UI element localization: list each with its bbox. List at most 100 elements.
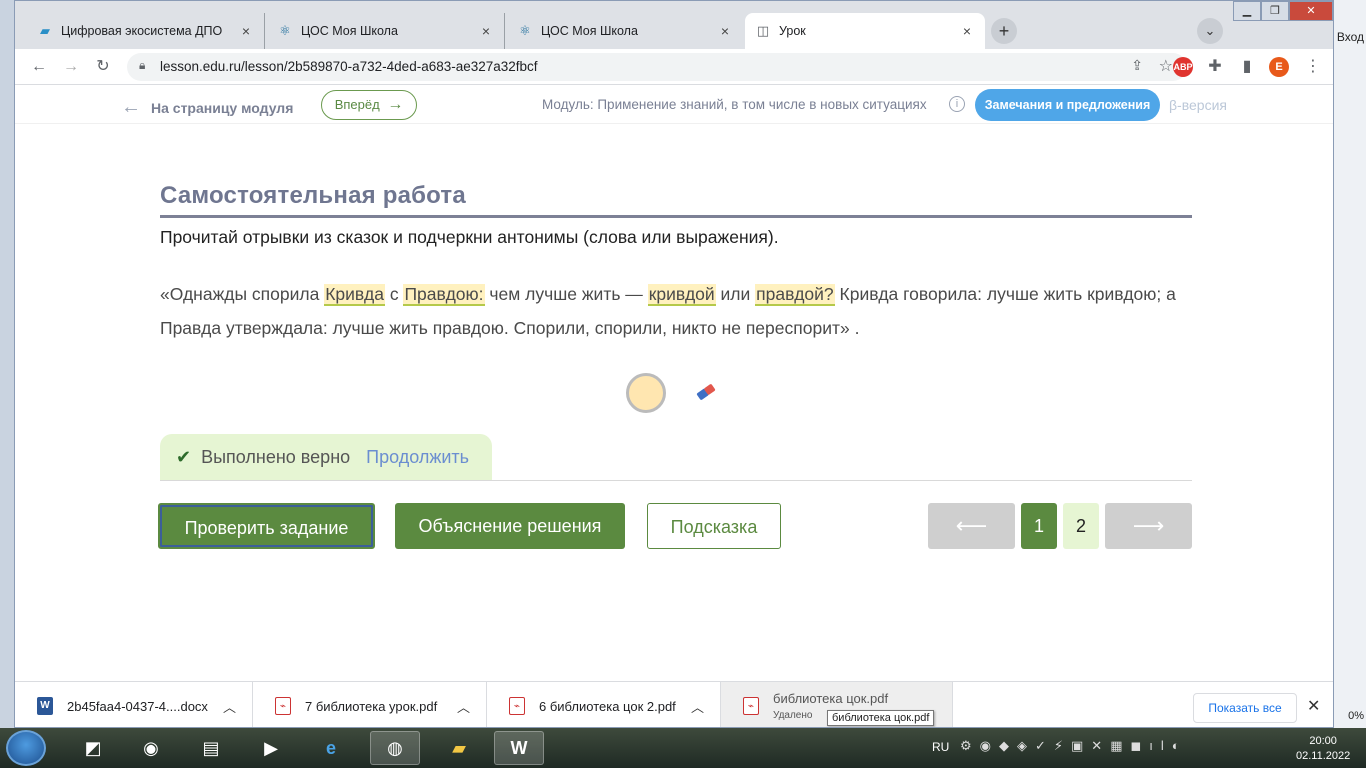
tab-school-2[interactable]: ⚛ ЦОС Моя Школа × (507, 13, 743, 49)
app-icon[interactable]: ▤ (186, 731, 236, 765)
new-tab-button[interactable]: + (991, 18, 1017, 44)
language-indicator[interactable]: RU (932, 740, 949, 754)
back-to-module-link[interactable]: ← На страницу модуля (121, 96, 293, 119)
back-to-module-label: На страницу модуля (151, 99, 294, 116)
ie-icon[interactable]: e (306, 731, 356, 765)
download-filename: 6 библиотека цок 2.pdf (539, 698, 676, 714)
arrow-left-icon: ← (121, 96, 141, 118)
tab-title: ЦОС Моя Школа (541, 24, 638, 38)
adblock-icon[interactable]: ABP (1173, 57, 1193, 77)
module-title: Модуль: Применение знаний, в том числе в… (542, 97, 927, 112)
browser-window: ▰ Цифровая экосистема ДПО × ⚛ ЦОС Моя Шк… (14, 0, 1334, 728)
eraser-icon[interactable] (695, 381, 717, 403)
passage-text: «Однажды спорила (160, 284, 325, 304)
chevron-up-icon[interactable]: ︿ (223, 697, 236, 716)
tab-title: Урок (779, 24, 806, 38)
desktop-right-edge: Вход 0% (1334, 0, 1366, 728)
address-bar[interactable]: 🔒︎ lesson.edu.ru/lesson/2b589870-a732-4d… (127, 53, 1187, 81)
close-icon[interactable]: × (238, 23, 254, 39)
tab-dpo[interactable]: ▰ Цифровая экосистема ДПО × (27, 13, 265, 49)
download-item[interactable]: W 2b45faa4-0437-4....docx ︿ (15, 682, 253, 727)
next-page-button[interactable]: ⟶ (1105, 503, 1192, 549)
section-title: Самостоятельная работа (160, 182, 466, 209)
close-icon[interactable]: × (959, 23, 975, 39)
lock-icon[interactable]: 🔒︎ (139, 58, 145, 73)
minimize-button[interactable]: ▁ (1233, 1, 1261, 21)
highlighted-word[interactable]: правдой? (755, 284, 835, 306)
tab-search-icon[interactable]: ⌄ (1197, 18, 1223, 44)
tab-school-1[interactable]: ⚛ ЦОС Моя Школа × (267, 13, 505, 49)
info-icon[interactable]: i (949, 96, 965, 112)
tab-strip: ▰ Цифровая экосистема ДПО × ⚛ ЦОС Моя Шк… (15, 1, 1333, 49)
app-icon[interactable]: ◉ (126, 731, 176, 765)
maximize-button[interactable]: ❐ (1261, 1, 1289, 21)
url-text[interactable]: lesson.edu.ru/lesson/2b589870-a732-4ded-… (160, 59, 538, 74)
profile-avatar[interactable]: E (1269, 57, 1289, 77)
passage-text: или (715, 284, 756, 304)
check-task-button[interactable]: Проверить задание (158, 503, 375, 549)
checkmark-icon: ✔ (176, 446, 192, 467)
passage-text: с (384, 284, 404, 304)
close-icon[interactable]: × (478, 23, 494, 39)
extensions-puzzle-icon[interactable]: ✚ (1203, 55, 1227, 79)
desktop-login-text[interactable]: Вход (1337, 30, 1364, 44)
clock[interactable]: 20:00 02.11.2022 (1296, 734, 1350, 764)
folder-icon[interactable]: ▰ (434, 731, 484, 765)
arrow-right-icon: → (387, 96, 404, 113)
continue-link[interactable]: Продолжить (366, 447, 469, 468)
site-navigation: ← На страницу модуля Вперёд → Модуль: Пр… (15, 86, 1333, 124)
chrome-icon[interactable]: ◍ (370, 731, 420, 765)
result-status: Выполнено верно (201, 446, 351, 467)
media-player-icon[interactable]: ▶ (246, 731, 296, 765)
browser-toolbar: ← → ↻ 🔒︎ lesson.edu.ru/lesson/2b589870-a… (15, 49, 1333, 85)
word-icon[interactable]: W (494, 731, 544, 765)
menu-kebab-icon[interactable]: ⋮ (1301, 55, 1325, 79)
highlighted-word[interactable]: кривдой (647, 284, 716, 306)
feedback-button[interactable]: Замечания и предложения (975, 89, 1160, 121)
forward-arrow-icon[interactable]: → (59, 55, 83, 79)
section-divider (160, 215, 1192, 218)
close-downloads-icon[interactable]: ✕ (1307, 696, 1320, 716)
forward-label: Вперёд (334, 97, 380, 112)
prev-page-button[interactable]: ⟵ (928, 503, 1015, 549)
download-item[interactable]: ⌁ 6 библиотека цок 2.pdf ︿ (487, 682, 721, 727)
sidepanel-icon[interactable]: ▮ (1235, 55, 1259, 79)
tray-icons[interactable]: ⚙◉◆◈✓⚡▣✕▦◼ıl◐ (960, 738, 1188, 754)
clock-time: 20:00 (1309, 735, 1337, 747)
result-banner: ✔ Выполнено верно Продолжить (160, 434, 492, 480)
word-file-icon: W (37, 697, 53, 715)
react-atom-icon: ⚛ (279, 23, 291, 38)
filename-tooltip: библиотека цок.pdf (827, 710, 935, 726)
highlighter-tool-button[interactable] (626, 373, 666, 413)
app-icon[interactable]: ◩ (68, 731, 118, 765)
chevron-up-icon[interactable]: ︿ (691, 697, 704, 716)
pdf-file-icon: ⌁ (509, 697, 525, 715)
clock-date: 02.11.2022 (1296, 750, 1351, 762)
pdf-file-icon: ⌁ (743, 697, 759, 715)
bookmark-star-icon[interactable]: ☆ (1159, 56, 1173, 76)
close-icon[interactable]: × (717, 23, 733, 39)
page-1-button[interactable]: 1 (1021, 503, 1057, 549)
show-all-downloads-button[interactable]: Показать все (1193, 693, 1297, 723)
window-close-button[interactable]: ✕ (1289, 1, 1333, 21)
hint-button[interactable]: Подсказка (647, 503, 781, 549)
start-button[interactable] (6, 730, 46, 766)
download-item[interactable]: ⌁ 7 библиотека урок.pdf ︿ (253, 682, 487, 727)
forward-button[interactable]: Вперёд → (321, 90, 417, 120)
tab-lesson[interactable]: ◫ Урок × (745, 13, 985, 49)
chevron-up-icon[interactable]: ︿ (457, 697, 470, 716)
highlighted-word[interactable]: Кривда (324, 284, 385, 306)
download-filename: библиотека цок.pdf (773, 691, 889, 706)
back-arrow-icon[interactable]: ← (27, 55, 51, 79)
highlighted-word[interactable]: Правдою: (403, 284, 485, 306)
task-instruction: Прочитай отрывки из сказок и подчеркни а… (160, 227, 779, 247)
passage-text: чем лучше жить — (484, 284, 648, 304)
download-filename: 2b45faa4-0437-4....docx (67, 698, 208, 714)
download-filename: 7 библиотека урок.pdf (305, 698, 438, 714)
share-icon[interactable]: ⇪ (1131, 57, 1143, 74)
reload-icon[interactable]: ↻ (91, 55, 115, 79)
fairy-tale-passage[interactable]: «Однажды спорила Кривда с Правдою: чем л… (160, 277, 1200, 345)
explanation-button[interactable]: Объяснение решения (395, 503, 625, 549)
lesson-icon: ◫ (756, 23, 770, 38)
page-2-button[interactable]: 2 (1063, 503, 1099, 549)
